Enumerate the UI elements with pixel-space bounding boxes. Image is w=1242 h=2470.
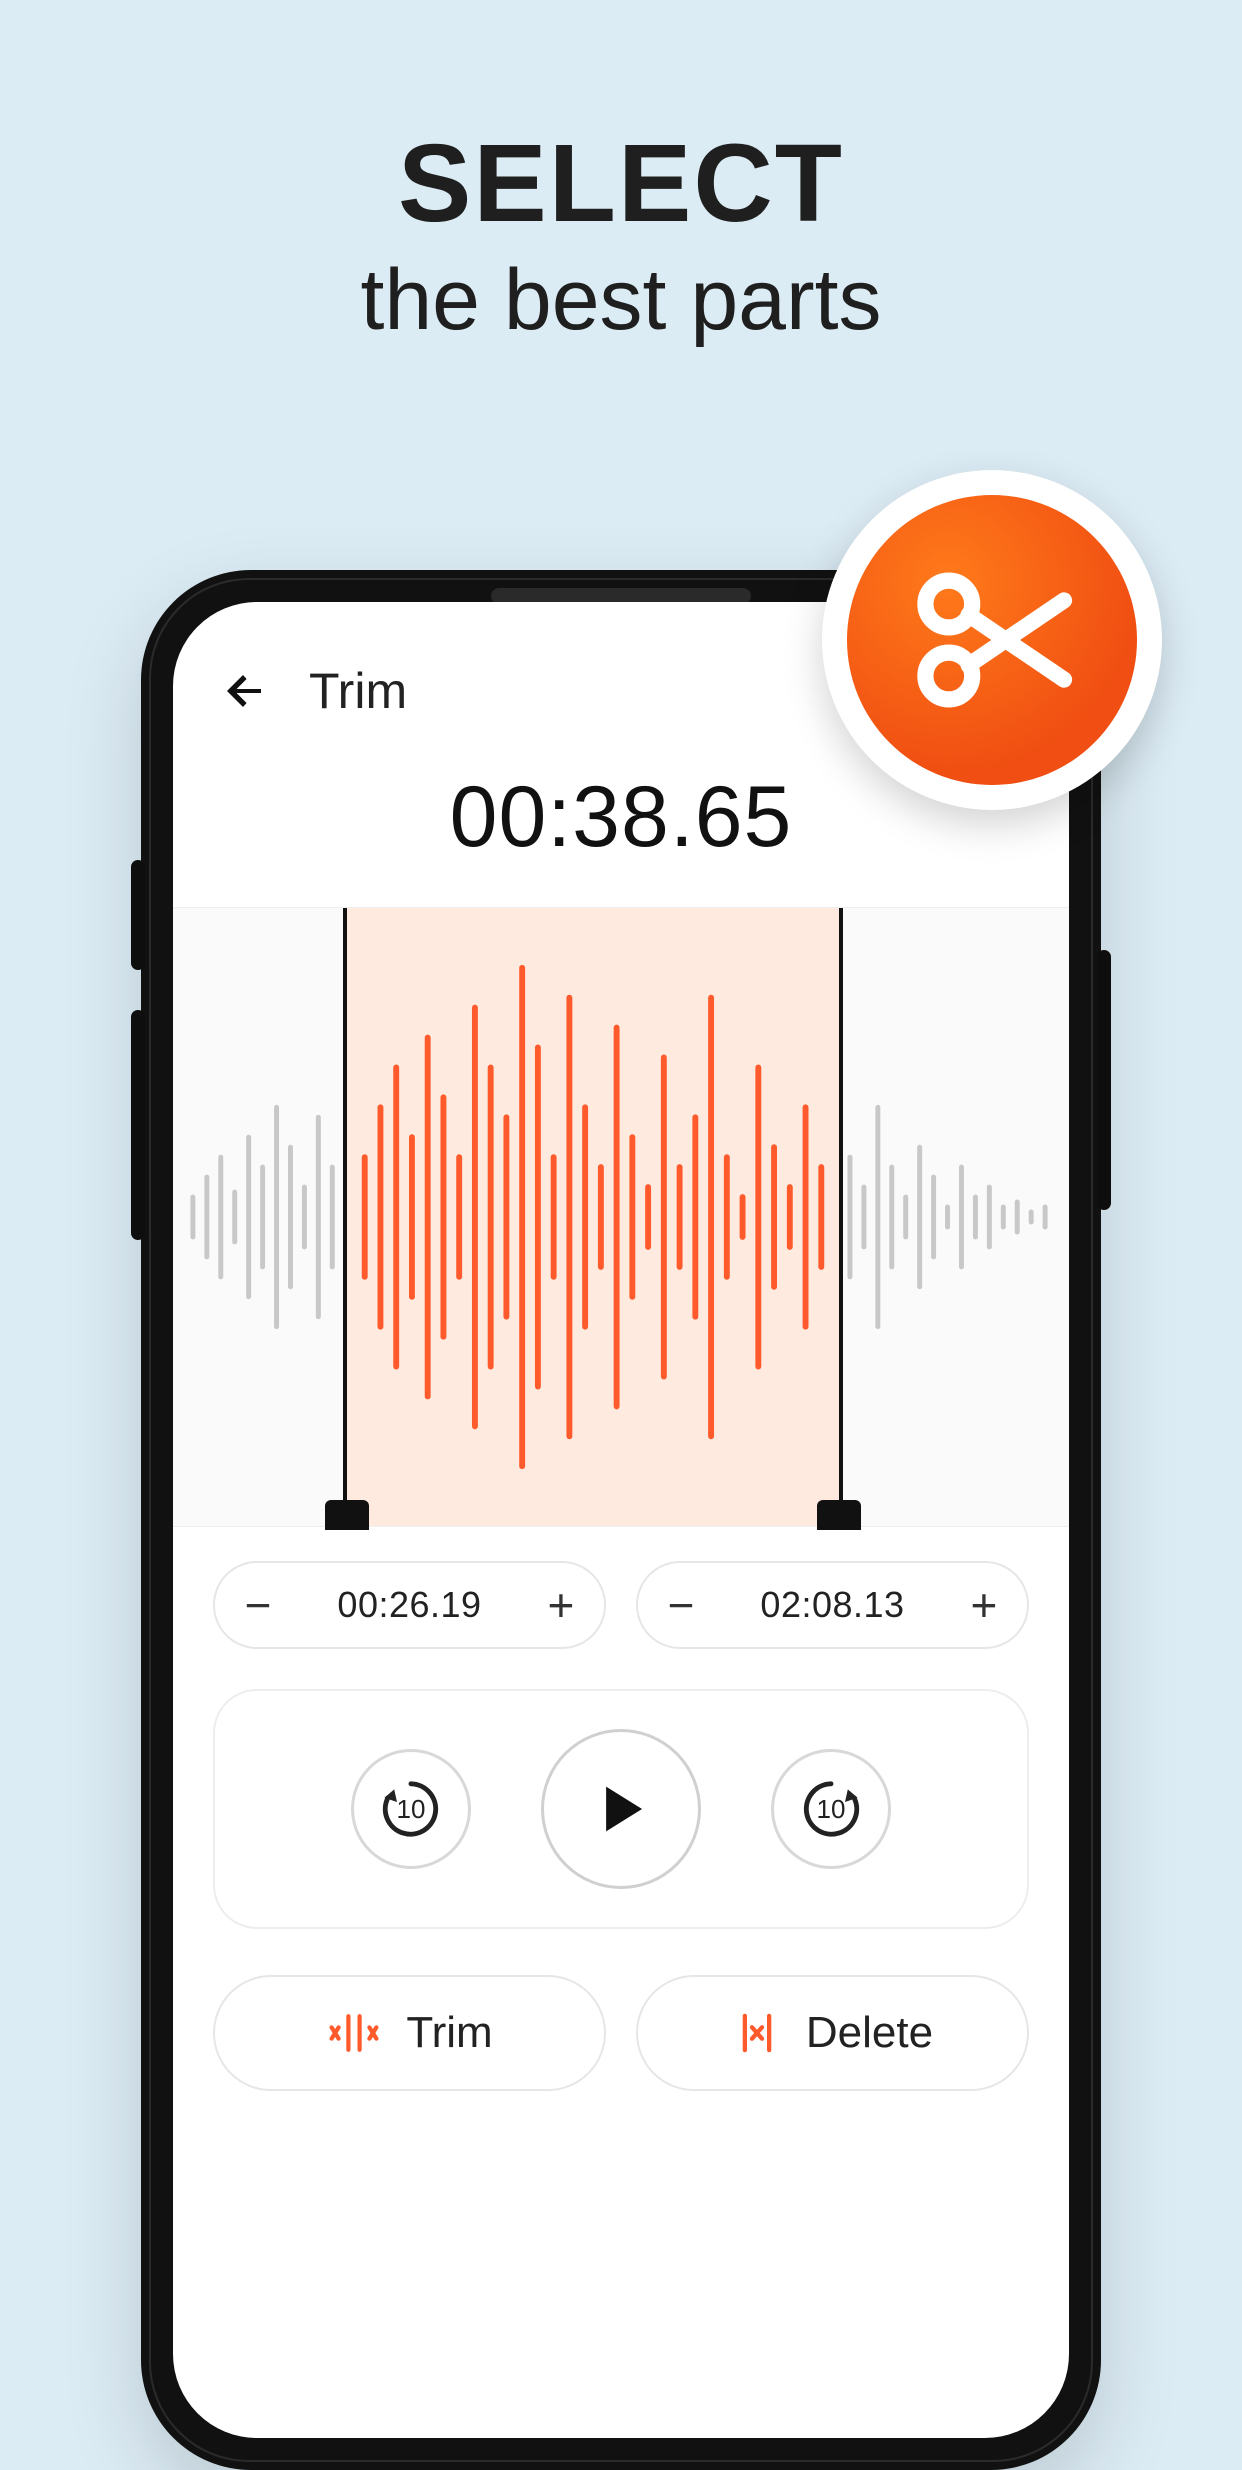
start-time-decrease-button[interactable]: − [221,1568,295,1642]
phone-side-button [131,1010,145,1240]
feature-badge [822,470,1162,810]
back-button[interactable] [221,667,269,715]
end-time-decrease-button[interactable]: − [644,1568,718,1642]
time-stepper-row: − 00:26.19 + − 02:08.13 + [173,1527,1069,1649]
rewind-10-button[interactable]: 10 [351,1749,471,1869]
trim-selection[interactable] [343,908,843,1526]
end-time-value: 02:08.13 [760,1584,904,1626]
trim-icon [326,2011,382,2055]
waveform-selected [347,908,839,1526]
delete-button-label: Delete [806,2008,933,2058]
phone-mockup: Trim 00:38.65 [141,570,1101,2470]
end-time-increase-button[interactable]: + [947,1568,1021,1642]
forward-seconds-label: 10 [817,1794,846,1825]
delete-icon [732,2011,782,2055]
app-screen: Trim 00:38.65 [173,602,1069,2438]
delete-button[interactable]: Delete [636,1975,1029,2091]
trim-button[interactable]: Trim [213,1975,606,2091]
start-time-stepper: − 00:26.19 + [213,1561,606,1649]
start-time-value: 00:26.19 [337,1584,481,1626]
promo-line-1: SELECT [0,120,1242,247]
screen-title: Trim [309,662,407,720]
phone-side-button [131,860,145,970]
trim-button-label: Trim [406,2008,492,2058]
play-icon [590,1778,652,1840]
promo-headline: SELECT the best parts [0,0,1242,350]
forward-10-button[interactable]: 10 [771,1749,891,1869]
action-row: Trim Delete [173,1929,1069,2091]
waveform-area[interactable] [173,907,1069,1527]
scissors-icon [847,495,1137,785]
start-time-increase-button[interactable]: + [524,1568,598,1642]
play-button[interactable] [541,1729,701,1889]
promo-line-2: the best parts [0,251,1242,350]
phone-side-button [1097,950,1111,1210]
playback-panel: 10 10 [213,1689,1029,1929]
rewind-seconds-label: 10 [397,1794,426,1825]
end-time-stepper: − 02:08.13 + [636,1561,1029,1649]
